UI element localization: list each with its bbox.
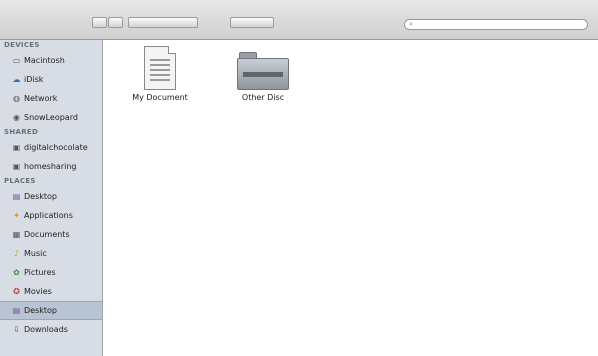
sidebar-item-label: Pictures [24, 268, 56, 277]
back-button[interactable] [92, 17, 107, 28]
sidebar-item-label: Downloads [24, 325, 68, 334]
sidebar-item-label: Desktop [24, 306, 57, 315]
sidebar-item-pictures[interactable]: ✿ Pictures [0, 263, 102, 282]
search-input[interactable]: ⌕ [404, 19, 588, 30]
sidebar-item-downloads[interactable]: ⇩ Downloads [0, 320, 102, 339]
file-label: My Document [132, 93, 188, 102]
pictures-icon: ✿ [13, 268, 20, 277]
applications-icon: ✦ [13, 211, 20, 220]
file-label: Other Disc [241, 93, 285, 102]
sidebar-item-label: Music [24, 249, 47, 258]
search-icon: ⌕ [409, 20, 413, 28]
movies-icon: ✪ [13, 287, 20, 296]
sidebar-item-desktop[interactable]: ▤ Desktop [0, 187, 102, 206]
finder-window: ⌕ DEVICES ▭ Macintosh ☁ iDisk ◍ Network … [0, 0, 598, 356]
sidebar-item-label: Documents [24, 230, 70, 239]
sidebar: DEVICES ▭ Macintosh ☁ iDisk ◍ Network ◉ … [0, 40, 103, 356]
sidebar-item-macintosh[interactable]: ▭ Macintosh [0, 51, 102, 70]
sidebar-item-label: Movies [24, 287, 52, 296]
desktop-icon: ▤ [12, 306, 21, 315]
disk-icon: ◉ [13, 113, 20, 122]
computer-icon: ▣ [12, 143, 21, 152]
action-button[interactable] [230, 17, 274, 28]
sidebar-item-label: Macintosh [24, 56, 65, 65]
sidebar-item-snowleopard[interactable]: ◉ SnowLeopard [0, 108, 102, 127]
sidebar-item-applications[interactable]: ✦ Applications [0, 206, 102, 225]
sidebar-item-documents[interactable]: ▦ Documents [0, 225, 102, 244]
sidebar-item-network[interactable]: ◍ Network [0, 89, 102, 108]
documents-icon: ▦ [12, 230, 21, 239]
sidebar-item-label: homesharing [24, 162, 77, 171]
folder-icon [237, 50, 289, 90]
sidebar-item-movies[interactable]: ✪ Movies [0, 282, 102, 301]
sidebar-item-label: SnowLeopard [24, 113, 78, 122]
sidebar-item-label: digitalchocolate [24, 143, 88, 152]
sidebar-heading-shared: SHARED [4, 128, 39, 136]
file-item-other-disc[interactable]: Other Disc [223, 50, 303, 102]
sidebar-item-label: Applications [24, 211, 73, 220]
cloud-disk-icon: ☁ [12, 75, 21, 84]
downloads-icon: ⇩ [13, 325, 20, 334]
forward-button[interactable] [108, 17, 123, 28]
sidebar-item-desktop-selected[interactable]: ▤ Desktop [0, 301, 102, 320]
sidebar-item-label: iDisk [24, 75, 44, 84]
file-item-my-document[interactable]: My Document [120, 46, 200, 102]
sidebar-item-music[interactable]: ♪ Music [0, 244, 102, 263]
sidebar-item-label: Network [24, 94, 58, 103]
view-mode-buttons[interactable] [128, 17, 198, 28]
music-icon: ♪ [13, 249, 20, 258]
network-icon: ◍ [13, 94, 20, 103]
sidebar-heading-devices: DEVICES [4, 41, 40, 49]
computer-icon: ▣ [12, 162, 21, 171]
hard-drive-icon: ▭ [12, 56, 21, 65]
desktop-icon: ▤ [12, 192, 21, 201]
sidebar-item-digitalchocolate[interactable]: ▣ digitalchocolate [0, 138, 102, 157]
sidebar-item-homesharing[interactable]: ▣ homesharing [0, 157, 102, 176]
toolbar: ⌕ [0, 0, 598, 40]
file-browser: My Document Other Disc [104, 40, 598, 356]
document-icon [144, 46, 176, 90]
sidebar-item-idisk[interactable]: ☁ iDisk [0, 70, 102, 89]
sidebar-item-label: Desktop [24, 192, 57, 201]
sidebar-heading-places: PLACES [4, 177, 36, 185]
